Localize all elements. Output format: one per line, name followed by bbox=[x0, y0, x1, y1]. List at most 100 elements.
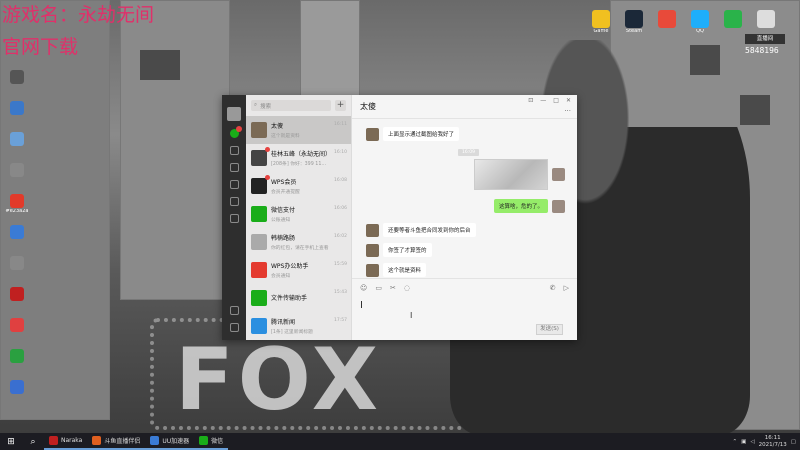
desktop-icon[interactable]: QQ bbox=[685, 10, 715, 35]
desktop-icon[interactable] bbox=[718, 10, 748, 29]
network-icon[interactable]: ▣ bbox=[741, 439, 746, 445]
promo-game-name: 游戏名：永劫无间 bbox=[2, 4, 155, 26]
app-icon bbox=[10, 318, 24, 332]
windows-icon[interactable]: ⊞ bbox=[0, 433, 22, 450]
conversation-item[interactable]: WPS会员 会员开通提醒 16:08 bbox=[246, 172, 351, 200]
minimize-icon[interactable]: — bbox=[540, 97, 546, 104]
conversation-item[interactable]: WPS办公助手 会员通知 15:59 bbox=[246, 256, 351, 284]
maximize-icon[interactable]: □ bbox=[553, 97, 559, 104]
desktop-icon[interactable] bbox=[2, 163, 32, 178]
chat-history-icon[interactable]: ◌ bbox=[404, 284, 410, 292]
desktop-icon[interactable] bbox=[2, 225, 32, 240]
app-icon bbox=[10, 101, 24, 115]
mouse-cursor-icon: I bbox=[410, 311, 413, 320]
input-toolbar: ☺ ▭ ✂ ◌ ✆ ▷ bbox=[352, 279, 577, 297]
taskbar-item[interactable]: Naraka bbox=[44, 433, 88, 450]
taskbar-item[interactable]: 斗鱼直播伴侣 bbox=[87, 433, 146, 450]
input-area[interactable]: ☺ ▭ ✂ ◌ ✆ ▷ I 发送(S) bbox=[352, 278, 577, 340]
pin-icon[interactable]: ⊡ bbox=[528, 97, 533, 104]
conversation-item[interactable]: 桂林五峰（永劫无间） [208条] 你好：399 11… 16:10 bbox=[246, 144, 351, 172]
conversation-time: 17:57 bbox=[334, 318, 347, 323]
desktop-icon[interactable] bbox=[2, 101, 32, 116]
system-tray: ⌃ ▣ ◁ 16:11 2021/7/13 ▢ bbox=[733, 435, 800, 448]
more-icon[interactable]: ··· bbox=[564, 107, 571, 115]
desktop-icon[interactable] bbox=[2, 256, 32, 271]
desktop-icon[interactable]: #e23a2a bbox=[2, 194, 32, 215]
image-message[interactable] bbox=[474, 159, 548, 190]
contact-avatar[interactable] bbox=[366, 127, 379, 141]
time-separator: 16:09 bbox=[458, 149, 479, 156]
volume-icon[interactable]: ◁ bbox=[750, 439, 754, 445]
message-row: 这个就是资料 bbox=[366, 263, 427, 277]
desktop-icon[interactable] bbox=[652, 10, 682, 29]
favorites-icon[interactable] bbox=[229, 163, 239, 172]
desktop-icon[interactable] bbox=[2, 380, 32, 395]
desktop-icon-label: QQ bbox=[696, 29, 704, 34]
chat-icon[interactable] bbox=[229, 126, 242, 138]
conversation-time: 16:08 bbox=[334, 178, 347, 183]
tray-chevron-icon[interactable]: ⌃ bbox=[733, 439, 738, 445]
app-icon bbox=[757, 10, 775, 28]
desktop-icon[interactable] bbox=[2, 132, 32, 147]
message-row bbox=[474, 159, 565, 190]
menu-icon[interactable] bbox=[229, 323, 239, 332]
close-icon[interactable]: ✕ bbox=[566, 97, 571, 104]
emoji-icon[interactable]: ☺ bbox=[360, 284, 367, 292]
search-icon[interactable]: ⌕ bbox=[22, 433, 44, 450]
contacts-icon[interactable] bbox=[229, 146, 239, 155]
conversation-item[interactable]: 文件传输助手 15:43 bbox=[246, 284, 351, 312]
contact-avatar[interactable] bbox=[366, 223, 379, 237]
contact-avatar[interactable] bbox=[366, 243, 379, 257]
taskbar-item[interactable]: UU加速器 bbox=[145, 433, 195, 450]
desktop-icon[interactable] bbox=[2, 70, 32, 85]
files-icon[interactable] bbox=[229, 180, 239, 189]
my-avatar[interactable] bbox=[552, 168, 565, 181]
clock[interactable]: 16:11 2021/7/13 bbox=[759, 435, 787, 448]
search-icon: ⌕ bbox=[254, 102, 258, 108]
folder-icon[interactable]: ▭ bbox=[375, 284, 382, 292]
notification-icon[interactable]: ▢ bbox=[791, 439, 796, 445]
avatar[interactable] bbox=[227, 107, 241, 121]
app-icon bbox=[10, 256, 24, 270]
taskbar-item-label: 斗鱼直播伴侣 bbox=[104, 438, 141, 445]
conversation-item[interactable]: 微信支付 公账通知 16:06 bbox=[246, 200, 351, 228]
conversation-avatar bbox=[251, 122, 267, 138]
conversation-avatar bbox=[251, 318, 267, 334]
my-avatar[interactable] bbox=[552, 199, 565, 213]
unread-badge bbox=[265, 147, 270, 152]
message-area: 上面显示通过截图给我好了 16:09 这算啥，危的了。 还要等者斗鱼把合同发到你… bbox=[352, 119, 577, 278]
conversation-preview: 会员通知 bbox=[271, 274, 291, 279]
desktop-icon[interactable] bbox=[751, 10, 781, 29]
conversation-preview: [1条] 这里新闻标题 bbox=[271, 330, 313, 335]
conversation-avatar bbox=[251, 262, 267, 278]
moments-icon[interactable] bbox=[229, 197, 239, 206]
desktop-icon[interactable] bbox=[2, 287, 32, 302]
app-icon bbox=[10, 70, 24, 84]
desktop-icon[interactable]: Game bbox=[586, 10, 616, 35]
voice-call-icon[interactable]: ✆ bbox=[550, 284, 556, 292]
scissors-icon[interactable]: ✂ bbox=[390, 284, 396, 292]
conversation-item[interactable]: 腾讯新闻 [1条] 这里新闻标题 17:57 bbox=[246, 312, 351, 340]
desktop-icon-label: #e23a2a bbox=[5, 209, 29, 214]
conversation-item[interactable]: 韩楠路肠 你的红包，请在手机上查看 16:02 bbox=[246, 228, 351, 256]
mini-program-icon[interactable] bbox=[229, 214, 239, 223]
desktop-icon[interactable] bbox=[2, 349, 32, 364]
send-button[interactable]: 发送(S) bbox=[536, 324, 563, 335]
desktop-icon[interactable] bbox=[2, 318, 32, 333]
message-bubble: 这算啥，危的了。 bbox=[493, 199, 548, 213]
taskbar-item[interactable]: 微信 bbox=[194, 433, 229, 450]
desktop-icon[interactable]: Steam bbox=[619, 10, 649, 35]
video-call-icon[interactable]: ▷ bbox=[564, 284, 569, 292]
conversation-time: 15:59 bbox=[334, 262, 347, 267]
search-placeholder: 搜索 bbox=[260, 103, 272, 110]
conversation-time: 16:11 bbox=[334, 122, 347, 127]
add-button[interactable]: + bbox=[335, 100, 346, 111]
unread-badge bbox=[265, 175, 270, 180]
conversation-item[interactable]: 太傻 这个就是资料 16:11 bbox=[246, 116, 351, 144]
message-bubble: 还要等者斗鱼把合同发到你的后台 bbox=[383, 223, 476, 237]
search-input[interactable]: ⌕ 搜索 bbox=[251, 100, 331, 111]
phone-icon[interactable] bbox=[229, 306, 239, 315]
contact-avatar[interactable] bbox=[366, 263, 379, 277]
chat-panel: 太傻 ⊡ — □ ✕ ··· 上面显示通过截图给我好了 16:09 这算啥，危的… bbox=[352, 95, 577, 340]
taskbar-app-icon bbox=[92, 436, 102, 445]
